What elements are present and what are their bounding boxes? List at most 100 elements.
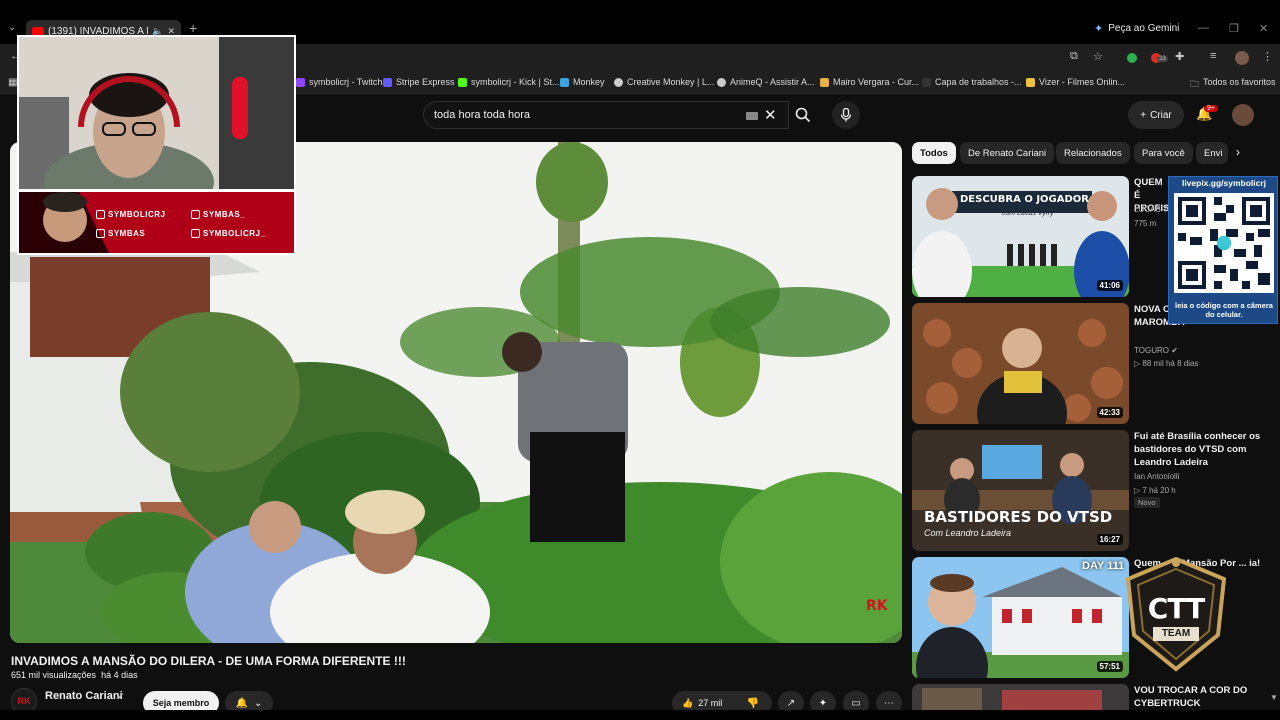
globe-icon	[614, 77, 623, 87]
thumbs-up-icon: 👍	[682, 697, 694, 708]
chip-for-you[interactable]: Para você	[1134, 142, 1193, 164]
chip-uploaded[interactable]: Envi	[1196, 142, 1228, 164]
rec-thumbnail[interactable]: DAY 111 57:51	[912, 557, 1129, 678]
all-bookmarks-label: Todos os favoritos	[1203, 77, 1276, 87]
close-window-icon[interactable]: ✕	[1259, 22, 1268, 35]
rec-thumbnail[interactable]: 42:33	[912, 303, 1129, 424]
rec-title[interactable]: VOU TROCAR A COR DO CYBERTRUCK	[1134, 684, 1274, 710]
rec-meta-text: 88 mil há 8 dias	[1142, 359, 1199, 368]
microphone-icon	[840, 108, 852, 122]
scroll-down-icon[interactable]: ▼	[1270, 693, 1278, 702]
voice-search-button[interactable]	[832, 101, 860, 129]
live-icon: ▷	[1134, 359, 1141, 368]
more-icon: ⋯	[884, 697, 894, 709]
bookmark-item[interactable]: AnimeQ - Assistir A...	[717, 77, 815, 87]
reading-list-icon[interactable]: ≡	[1210, 50, 1216, 62]
banner-background	[19, 192, 294, 253]
video-title: INVADIMOS A MANSÃO DO DILERA - DE UMA FO…	[11, 654, 406, 668]
social-handle: SYMBAS	[108, 229, 146, 238]
social-tiktok: SYMBAS_	[191, 210, 245, 219]
duration-badge: 42:33	[1096, 407, 1123, 418]
kick-icon	[458, 77, 467, 87]
chip-related[interactable]: Relacionados	[1056, 142, 1130, 164]
account-avatar[interactable]	[1232, 104, 1254, 126]
bookmark-item[interactable]: Vizer - Filmes Onlin...	[1026, 77, 1125, 87]
create-button[interactable]: + Criar	[1128, 101, 1184, 129]
gemini-button[interactable]: ✦ Peça ao Gemini	[1094, 22, 1179, 35]
bookmark-item[interactable]: Monkey	[560, 77, 605, 87]
bookmark-label: Creative Monkey | L...	[627, 77, 715, 87]
rec-thumbnail[interactable]: DESCUBRA O JOGADOR com Lucas Vyfry 41:06	[912, 176, 1129, 297]
bookmark-favicon-icon	[820, 77, 829, 87]
search-box[interactable]: toda hora toda hora ✕	[423, 101, 789, 129]
duration-badge: 57:51	[1096, 661, 1123, 672]
minimize-icon[interactable]: —	[1198, 22, 1209, 34]
social-handle: SYMBOLICRJ	[108, 210, 166, 219]
like-count: 27 mil	[698, 698, 723, 708]
new-tab-icon[interactable]: +	[189, 20, 197, 36]
chip-all[interactable]: Todos	[912, 142, 956, 164]
social-instagram: SYMBOLICRJ_	[191, 229, 265, 238]
video-meta: 651 mil visualizações há 4 dias	[11, 670, 138, 680]
gemini-label: Peça ao Gemini	[1108, 23, 1180, 34]
chip-from-channel[interactable]: De Renato Cariani	[960, 142, 1055, 164]
bookmark-label: Capa de trabalhos -...	[935, 77, 1022, 87]
youtube-icon	[96, 229, 105, 238]
folder-icon: 🗀	[1190, 79, 1200, 89]
extension-badge: 23	[1157, 56, 1168, 62]
bookmark-item[interactable]: Mairo Vergara - Cur...	[820, 77, 919, 87]
channel-name[interactable]: Renato Cariani	[45, 690, 123, 702]
bookmark-label: AnimeQ - Assistir A...	[730, 77, 815, 87]
bookmark-item[interactable]: Creative Monkey | L...	[614, 77, 714, 87]
rec-meta: ▷ 7 há 20 h	[1134, 486, 1176, 495]
social-youtube: SYMBAS	[96, 229, 145, 238]
clear-search-icon[interactable]: ✕	[764, 106, 777, 124]
chips-next-icon[interactable]: ›	[1236, 145, 1240, 159]
search-button[interactable]	[789, 101, 817, 129]
rec-thumb-text: BASTIDORES DO VTSD	[924, 508, 1113, 526]
extension-green-icon[interactable]	[1127, 53, 1137, 63]
bookmark-star-icon[interactable]: ☆	[1093, 50, 1103, 63]
rec-channel[interactable]: LUCAS T	[1134, 205, 1168, 214]
bookmark-item[interactable]: symbolicrj - Kick | St...	[458, 77, 559, 87]
maximize-icon[interactable]: ❐	[1229, 22, 1239, 35]
tiktok-icon	[191, 210, 200, 219]
install-app-icon[interactable]: ⧉	[1070, 50, 1078, 63]
bell-icon: 🔔	[235, 697, 249, 709]
livepix-qr-overlay: livepix.gg/symbolicrj leia o código com …	[1168, 176, 1278, 324]
social-handle: SYMBAS_	[203, 210, 246, 219]
bookmark-item[interactable]: symbolicrj - Twitch	[296, 77, 382, 87]
qr-code-icon	[1174, 193, 1274, 293]
globe-icon	[717, 77, 726, 87]
bookmark-label: symbolicrj - Kick | St...	[471, 77, 560, 87]
bookmark-item[interactable]: Stripe Express	[383, 77, 455, 87]
profile-avatar[interactable]	[1235, 51, 1249, 65]
search-input[interactable]: toda hora toda hora	[434, 109, 530, 121]
rec-thumb-subtext: com Lucas Vyfry	[1002, 210, 1054, 217]
rec-thumbnail-image	[912, 303, 1129, 424]
qr-url: livepix.gg/symbolicrj	[1181, 178, 1267, 188]
search-icon	[795, 107, 811, 123]
ctt-logo-text: CTT	[1147, 592, 1205, 625]
rec-thumbnail[interactable]: BASTIDORES DO VTSD Com Leandro Ladeira 1…	[912, 430, 1129, 551]
keyboard-icon[interactable]	[746, 112, 758, 120]
upload-age: há 4 dias	[101, 670, 138, 680]
bookmark-item[interactable]: Capa de trabalhos -...	[922, 77, 1022, 87]
menu-kebab-icon[interactable]: ⋮	[1262, 50, 1273, 63]
all-bookmarks-folder[interactable]: 🗀 Todos os favoritos	[1190, 77, 1276, 93]
extensions-puzzle-icon[interactable]: ✚	[1175, 50, 1184, 63]
verified-check-icon: ✔	[1171, 346, 1178, 355]
rec-channel[interactable]: Ian Antoniolli	[1134, 472, 1179, 481]
qr-instructions: leia o código com a câmera do celular.	[1175, 301, 1273, 319]
plus-icon: +	[1140, 109, 1147, 121]
bookmark-label: Monkey	[573, 77, 605, 87]
bookmark-label: Mairo Vergara - Cur...	[833, 77, 920, 87]
rec-channel[interactable]: TOGURO ✔	[1134, 346, 1178, 355]
socials-banner: SYMBOLICRJ SYMBAS_ SYMBAS SYMBOLICRJ_	[17, 190, 296, 255]
rec-meta: 775 m	[1134, 219, 1157, 228]
ctt-team-label: TEAM	[1153, 627, 1199, 641]
tab-search-icon[interactable]: ⌄	[8, 22, 16, 33]
bookmark-favicon-icon	[1026, 77, 1035, 87]
instagram-icon	[191, 229, 200, 238]
rec-title[interactable]: Fui até Brasília conhecer os bastidores …	[1134, 430, 1274, 469]
